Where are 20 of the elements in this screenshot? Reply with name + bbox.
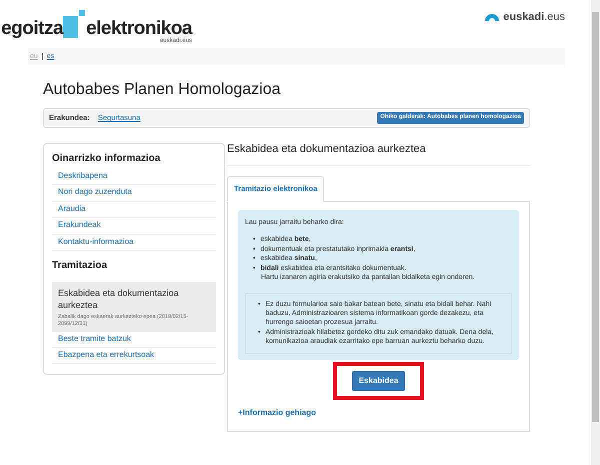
logo-text: elektronikoa: [86, 19, 192, 38]
sidebar-item[interactable]: Ebazpena eta errekurtsoak: [52, 348, 216, 364]
sidebar-item[interactable]: Araudia: [52, 202, 216, 218]
sidebar-item[interactable]: Kontaktu-informazioa: [52, 234, 216, 251]
sidebar-item[interactable]: Beste tramite batzuk: [52, 332, 216, 348]
sidebar-item[interactable]: Erakundeak: [52, 218, 216, 235]
sidebar-item[interactable]: Nori dago zuzenduta: [52, 185, 216, 202]
section-heading: Oinarrizko informazioa: [52, 152, 162, 165]
apply-button[interactable]: Eskabidea: [352, 370, 406, 392]
more-info-link[interactable]: +Informazio gehiago: [238, 408, 316, 419]
section-title: Eskabidea eta dokumentazioa aurkeztea: [227, 142, 530, 166]
logo-mark-icon: [63, 10, 86, 38]
section-heading: Tramitazioa: [52, 258, 108, 272]
page-title: Autobabes Planen Homologazioa: [43, 80, 282, 100]
arc-icon: [485, 13, 500, 22]
sidebar-item[interactable]: Eskabidea eta dokumentazioa aurkeztea: [52, 282, 216, 314]
scrollbar-thumb[interactable]: [592, 12, 599, 422]
sidebar-item[interactable]: Deskribapena: [52, 168, 216, 186]
brand-logo: euskadi.eus: [503, 10, 565, 24]
scrollbar[interactable]: [591, 0, 600, 465]
